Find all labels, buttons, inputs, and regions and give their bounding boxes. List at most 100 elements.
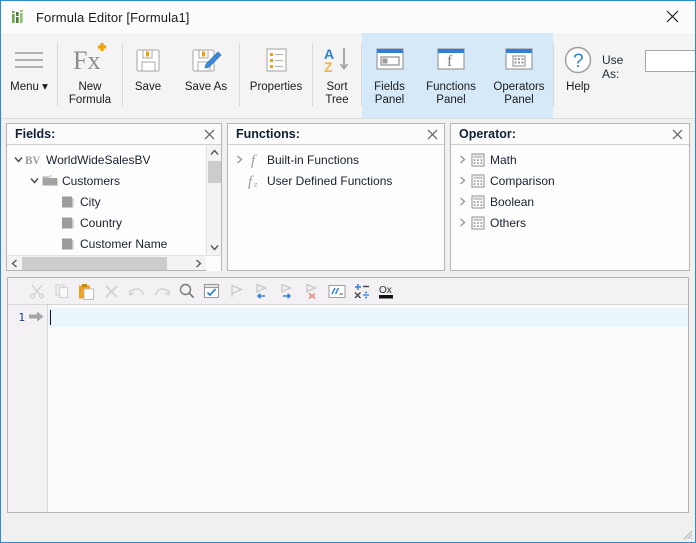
functions-panel-header: Functions: xyxy=(228,124,444,145)
save-button[interactable]: Save xyxy=(123,33,173,118)
tree-item-country[interactable]: Country xyxy=(7,212,206,233)
floppy-disk-icon xyxy=(133,39,163,81)
operator-tree[interactable]: Math Comparison Boolean Others xyxy=(451,145,689,270)
tree-item-customers[interactable]: Customers xyxy=(7,170,206,191)
functions-panel-title: Functions: xyxy=(236,127,300,141)
properties-button[interactable]: Properties xyxy=(240,33,312,118)
flag-right-arrow-icon xyxy=(281,283,293,299)
calculator-icon xyxy=(469,153,486,167)
svg-text:BV: BV xyxy=(25,155,40,167)
delete-button[interactable] xyxy=(99,280,124,303)
find-button[interactable] xyxy=(174,280,199,303)
tree-item-customer-name[interactable]: Customer Name xyxy=(7,233,206,254)
redo-button[interactable] xyxy=(149,280,174,303)
copy-button[interactable] xyxy=(49,280,74,303)
paste-icon xyxy=(79,283,94,300)
functions-panel-close-icon[interactable] xyxy=(424,126,440,142)
operator-panel-close-icon[interactable] xyxy=(669,126,685,142)
use-as-group: Use As: xyxy=(602,33,695,118)
bv-cube-icon: BV xyxy=(25,153,42,167)
use-as-label: Use As: xyxy=(602,53,624,81)
operator-panel-title: Operator: xyxy=(459,127,516,141)
hamburger-menu-icon xyxy=(12,39,46,81)
step-back-button[interactable] xyxy=(249,280,274,303)
current-line-arrow-icon xyxy=(28,310,45,326)
check-syntax-button[interactable] xyxy=(199,280,224,303)
chevron-collapsed-icon[interactable] xyxy=(455,176,469,185)
functions-panel-toggle[interactable]: f Functions Panel xyxy=(417,33,485,118)
new-formula-button[interactable]: Fx New Formula xyxy=(58,33,122,118)
list-properties-icon xyxy=(261,39,291,81)
tree-item-label: City xyxy=(80,194,101,209)
fields-tree[interactable]: BV WorldWideSalesBV Customers City Count… xyxy=(7,145,206,255)
operator-panel-body: Math Comparison Boolean Others xyxy=(451,145,689,270)
tree-item-user-defined-functions[interactable]: f z User Defined Functions xyxy=(228,170,444,191)
fields-horizontal-scrollbar[interactable] xyxy=(7,255,221,271)
chevron-expanded-icon[interactable] xyxy=(27,176,41,185)
comment-button[interactable] xyxy=(324,280,349,303)
sort-tree-button[interactable]: A Z Sort Tree xyxy=(313,33,361,118)
fields-panel-toggle[interactable]: Fields Panel xyxy=(362,33,417,118)
close-window-button[interactable] xyxy=(649,1,695,32)
resize-grip[interactable] xyxy=(679,526,693,540)
help-button[interactable]: ? Help xyxy=(554,33,602,118)
fields-panel-close-icon[interactable] xyxy=(201,126,217,142)
folder-icon xyxy=(41,174,58,187)
tree-item-comparison[interactable]: Comparison xyxy=(451,170,689,191)
window-title: Formula Editor [Formula1] xyxy=(36,9,190,25)
paste-button[interactable] xyxy=(74,280,99,303)
tree-item-boolean[interactable]: Boolean xyxy=(451,191,689,212)
chevron-expanded-icon[interactable] xyxy=(11,155,25,164)
code-line[interactable] xyxy=(48,308,688,327)
use-as-combobox[interactable] xyxy=(645,50,695,72)
close-icon xyxy=(666,10,678,23)
panels-row: Fields: BV WorldWideSalesBV Customers Ci… xyxy=(1,119,695,271)
save-as-button[interactable]: Save As xyxy=(173,33,239,118)
save-label: Save xyxy=(134,81,162,93)
scroll-down-icon[interactable] xyxy=(207,240,222,255)
scroll-track[interactable] xyxy=(22,256,191,271)
scroll-left-icon[interactable] xyxy=(7,256,22,271)
tree-item-others[interactable]: Others xyxy=(451,212,689,233)
svg-text:f: f xyxy=(251,153,257,168)
magnifier-icon xyxy=(179,283,194,299)
properties-label: Properties xyxy=(249,81,303,93)
function-fz-icon: f z xyxy=(246,173,263,189)
chevron-collapsed-icon[interactable] xyxy=(455,155,469,164)
chevron-collapsed-icon[interactable] xyxy=(455,218,469,227)
insert-operator-button[interactable] xyxy=(349,280,374,303)
cut-button[interactable] xyxy=(24,280,49,303)
hex-mode-button[interactable]: Ox xyxy=(374,280,399,303)
undo-button[interactable] xyxy=(124,280,149,303)
operators-panel-toggle[interactable]: Operators Panel xyxy=(485,33,553,118)
flag-x-icon xyxy=(306,283,318,299)
tree-item-worldwidesalesbv[interactable]: BV WorldWideSalesBV xyxy=(7,149,206,170)
step-forward-button[interactable] xyxy=(274,280,299,303)
tree-item-built-in-functions[interactable]: f Built-in Functions xyxy=(228,149,444,170)
fx-plus-icon: Fx xyxy=(71,39,109,81)
scroll-up-icon[interactable] xyxy=(207,145,222,160)
functions-tree[interactable]: f Built-in Functions f z User Defined Fu… xyxy=(228,145,444,270)
tree-item-label: Boolean xyxy=(490,194,535,209)
column-icon xyxy=(59,195,76,209)
scroll-right-icon[interactable] xyxy=(191,256,206,271)
scroll-thumb[interactable] xyxy=(22,256,167,270)
plus-minus-icon xyxy=(353,284,369,299)
tree-item-math[interactable]: Math xyxy=(451,149,689,170)
code-area[interactable]: 1 xyxy=(8,305,688,512)
column-icon xyxy=(59,237,76,251)
chevron-collapsed-icon[interactable] xyxy=(455,197,469,206)
svg-text:Fx: Fx xyxy=(73,46,100,75)
code-text-area[interactable] xyxy=(48,305,688,512)
menu-button[interactable]: Menu ▾ xyxy=(1,33,57,118)
run-button[interactable] xyxy=(224,280,249,303)
chevron-collapsed-icon[interactable] xyxy=(232,155,246,164)
operator-panel-header: Operator: xyxy=(451,124,689,145)
scroll-thumb[interactable] xyxy=(207,161,221,183)
floppy-pencil-icon xyxy=(190,39,222,81)
tree-item-label: User Defined Functions xyxy=(267,173,393,188)
stop-button[interactable] xyxy=(299,280,324,303)
fields-panel: Fields: BV WorldWideSalesBV Customers Ci… xyxy=(6,123,222,271)
fields-vertical-scrollbar[interactable] xyxy=(206,145,221,255)
tree-item-city[interactable]: City xyxy=(7,191,206,212)
